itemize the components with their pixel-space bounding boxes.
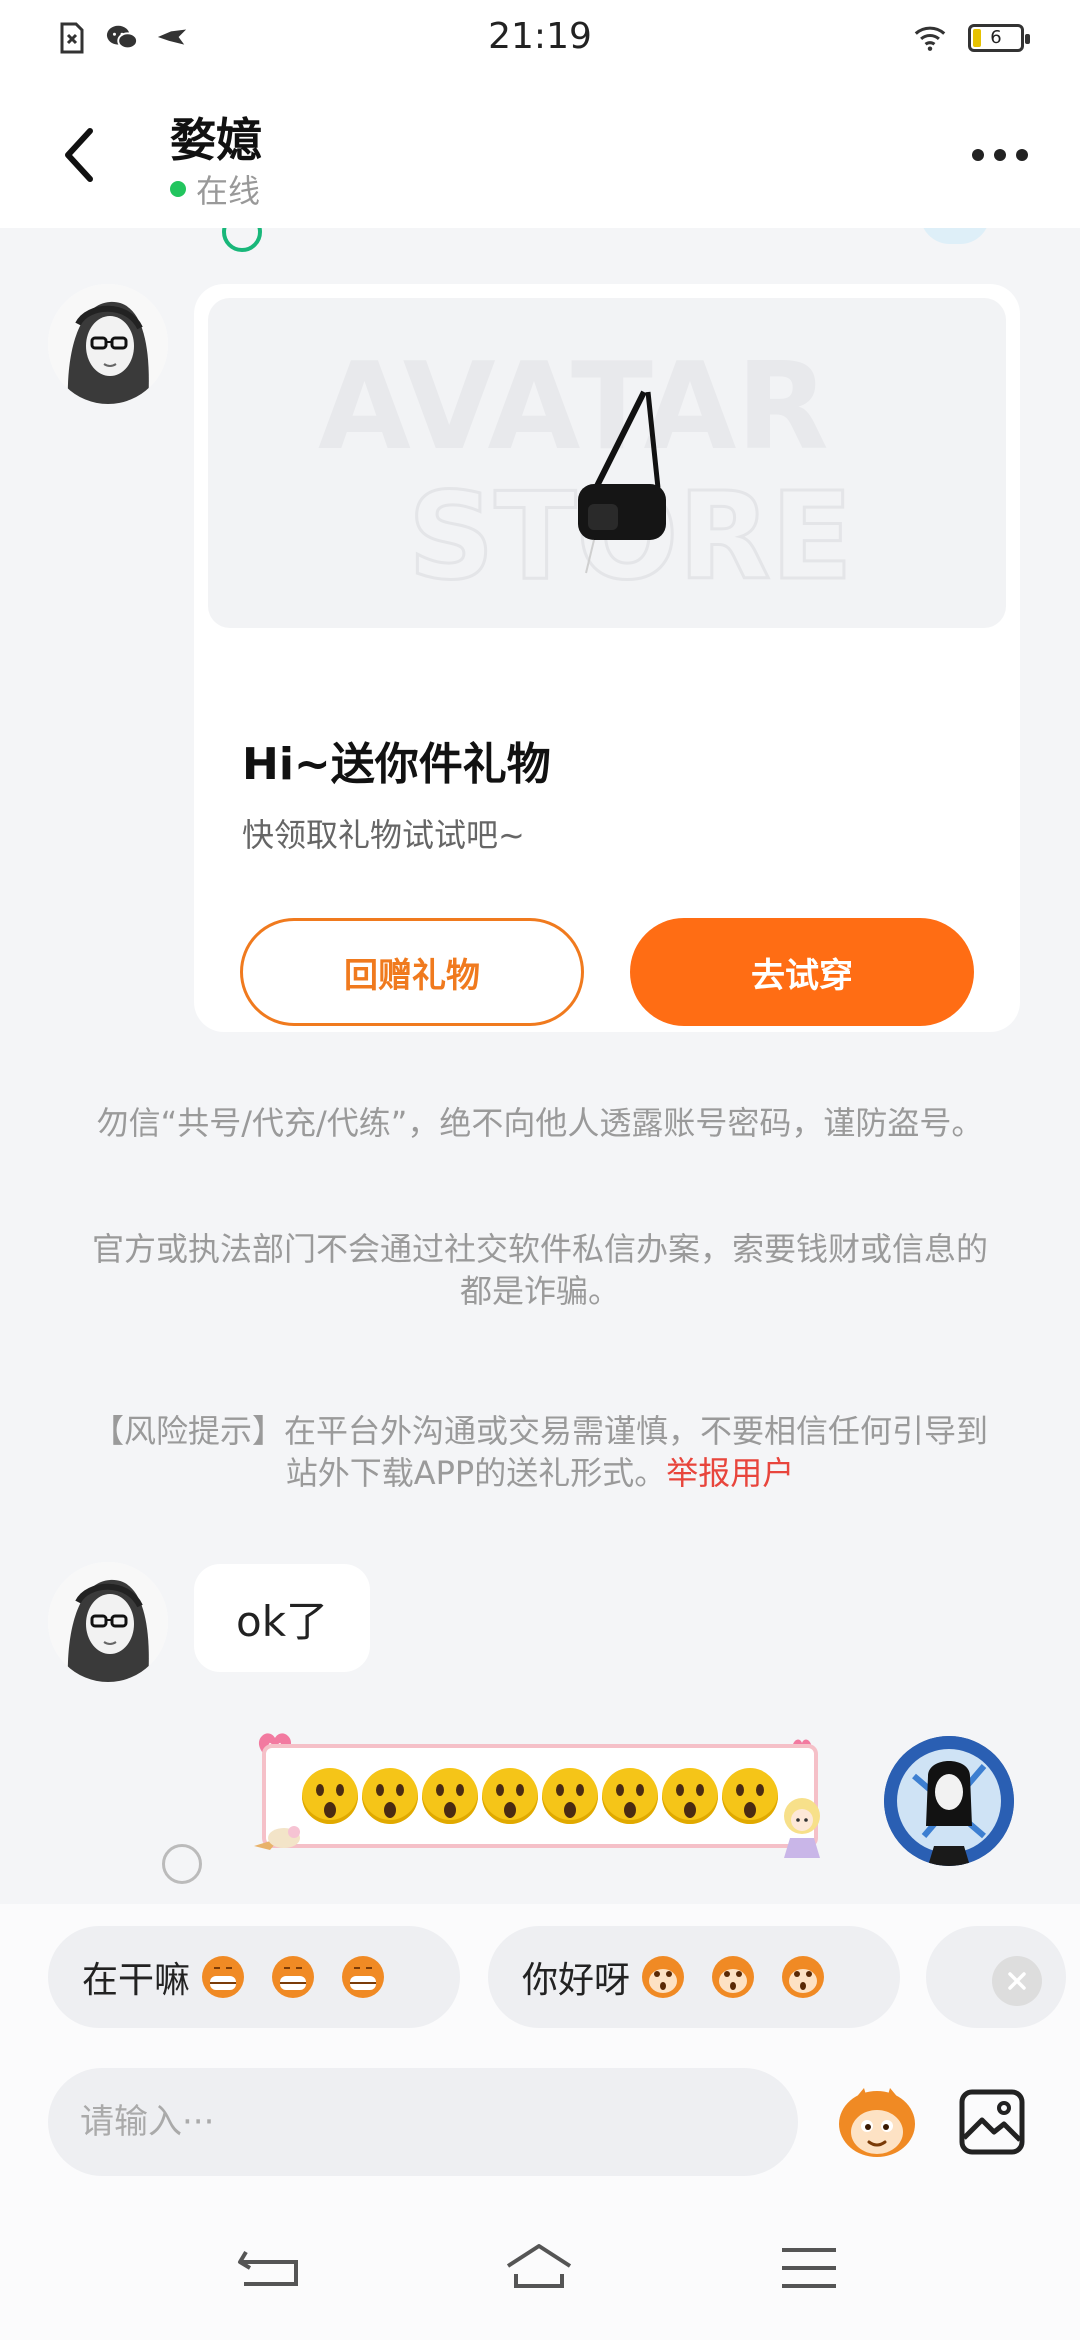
astonished-face-icon [422, 1768, 478, 1824]
my-avatar[interactable] [884, 1736, 1014, 1866]
contact-name: 婺嬑 [170, 113, 262, 167]
system-menu-icon[interactable] [774, 2240, 844, 2296]
contact-avatar[interactable] [48, 1562, 168, 1682]
quick-reply-chip[interactable]: 你好呀 [488, 1926, 900, 2028]
try-on-button[interactable]: 去试穿 [630, 918, 974, 1026]
risk-notice: 【风险提示】在平台外沟通或交易需谨慎，不要相信任何引导到站外下载APP的送礼形式… [80, 1410, 1000, 1494]
surprised-monkey-icon [642, 1956, 825, 1998]
outgoing-emoji-message[interactable] [262, 1744, 818, 1848]
more-dot [994, 149, 1006, 161]
online-dot [170, 181, 186, 197]
chevron-left-icon [65, 128, 93, 182]
wifi-icon [914, 22, 946, 54]
astonished-face-icon [722, 1768, 778, 1824]
message-select-circle[interactable] [162, 1844, 202, 1884]
status-right-icons: 6 [914, 22, 1030, 54]
chat-header: 婺嬑 在线 [0, 80, 1080, 228]
return-gift-button[interactable]: 回赠礼物 [240, 918, 584, 1026]
gift-title: Hi~送你件礼物 [242, 739, 551, 790]
astonished-face-icon [362, 1768, 418, 1824]
gift-image: AVATAR STORE [208, 298, 1006, 628]
security-notice-fraud: 官方或执法部门不会通过社交软件私信办案，索要钱财或信息的都是诈骗。 [91, 1230, 988, 1310]
incoming-message-bubble[interactable]: ok了 [194, 1564, 371, 1672]
doll-sticker-icon [784, 1798, 820, 1858]
bag-image [578, 390, 666, 574]
gift-subtitle: 快领取礼物试试吧~ [242, 816, 525, 854]
message-input[interactable] [48, 2068, 798, 2176]
more-dot [1016, 149, 1028, 161]
partial-sticker [920, 228, 990, 244]
close-quick-replies-button[interactable] [992, 1956, 1042, 2006]
back-button[interactable] [50, 120, 110, 190]
battery-icon: 6 [968, 24, 1030, 52]
chat-message-list[interactable]: AVATAR STORE Hi~送你件礼物 快领取礼物试试吧~ 回赠礼物 去试穿… [0, 228, 1080, 1908]
check-circle-icon [222, 228, 262, 252]
quick-reply-text: 在干嘛 [82, 1960, 191, 2001]
close-icon [1008, 1972, 1026, 1990]
image-picker-button[interactable] [956, 2086, 1028, 2158]
astonished-face-icon [602, 1768, 658, 1824]
risk-notice-text: 【风险提示】在平台外沟通或交易需谨慎，不要相信任何引导到站外下载APP的送礼形式… [91, 1412, 988, 1492]
astonished-face-icon [662, 1768, 718, 1824]
system-navigation-bar [0, 2190, 1080, 2340]
status-bar: 21:19 6 [0, 0, 1080, 80]
message-input-bar [0, 2050, 1080, 2190]
grinning-monkey-icon [202, 1956, 385, 1998]
quick-reply-chip[interactable]: 在干嘛 [48, 1926, 460, 2028]
sticker-button[interactable] [834, 2084, 920, 2160]
astonished-face-icon [482, 1768, 538, 1824]
more-options-button[interactable] [960, 130, 1040, 180]
online-status: 在线 [170, 166, 260, 212]
online-status-text: 在线 [196, 172, 261, 210]
system-back-icon[interactable] [234, 2240, 304, 2296]
more-dot [972, 149, 984, 161]
security-notice-account: 勿信“共号/代充/代练”，绝不向他人透露账号密码，谨防盗号。 [96, 1104, 984, 1142]
contact-avatar[interactable] [48, 284, 168, 404]
quick-reply-bar: 在干嘛 你好呀 [0, 1904, 1080, 2050]
battery-level: 6 [990, 27, 1002, 48]
ice-cream-sticker-icon [254, 1826, 300, 1850]
quick-reply-text: 你好呀 [522, 1960, 631, 2001]
astonished-face-icon [302, 1768, 358, 1824]
astonished-face-icon [542, 1768, 598, 1824]
report-user-link[interactable]: 举报用户 [666, 1454, 794, 1492]
system-home-icon[interactable] [504, 2240, 574, 2296]
gift-card[interactable]: AVATAR STORE Hi~送你件礼物 快领取礼物试试吧~ 回赠礼物 去试穿 [194, 284, 1020, 1032]
